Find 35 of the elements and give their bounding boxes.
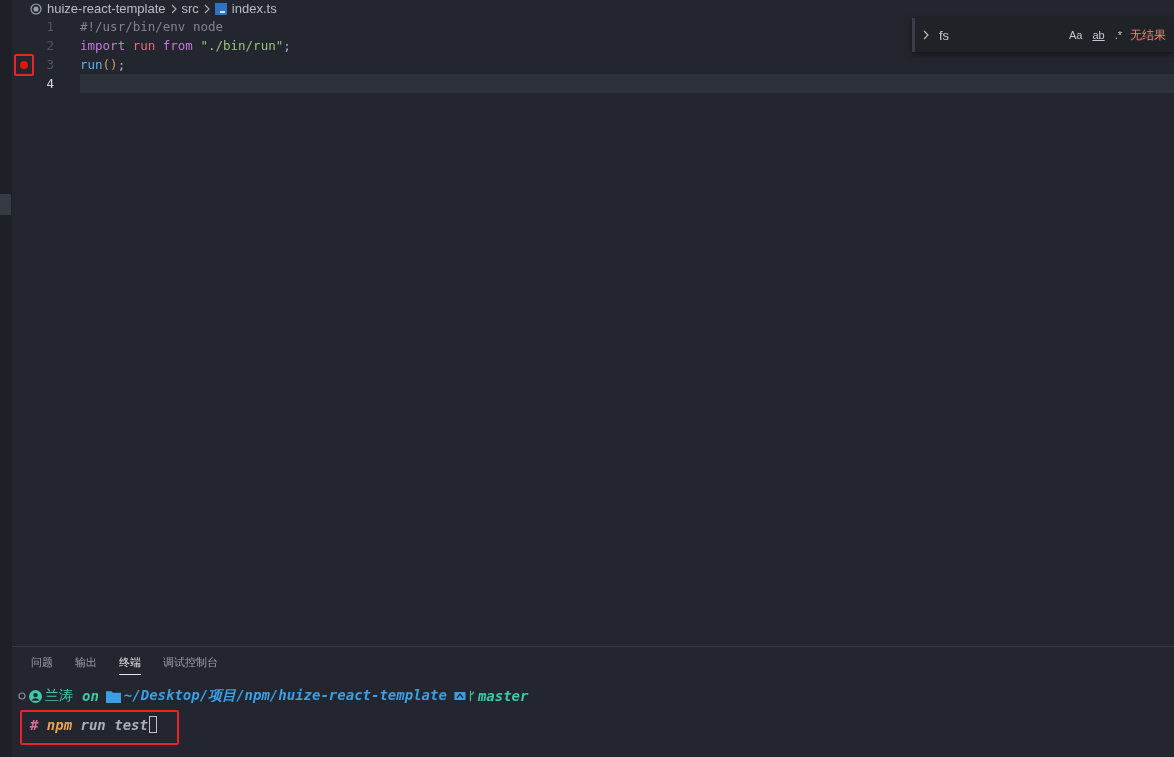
prompt-text: 兰涛	[45, 687, 73, 705]
find-option-toggle[interactable]: ab	[1090, 28, 1107, 42]
user-icon	[29, 689, 42, 703]
chevron-icon[interactable]	[923, 30, 929, 40]
breakpoint-icon[interactable]	[20, 60, 28, 69]
chevron-icon	[203, 3, 210, 14]
prompt-text: master	[477, 688, 529, 704]
line-number: 4	[45, 76, 54, 91]
folder-icon	[105, 689, 121, 703]
branch-icon	[468, 688, 475, 704]
find-field[interactable]: fs Aa ab .* 无结果	[912, 18, 1174, 52]
circle-icon	[18, 692, 26, 700]
code-line: import run from "./bin/run";	[80, 38, 291, 53]
breadcrumb-item[interactable]: index.ts	[231, 1, 277, 16]
panel-tab[interactable]: 输出	[75, 649, 97, 675]
find-option-toggle[interactable]: .*	[1112, 28, 1124, 42]
breadcrumb-item[interactable]: huize-react-template	[47, 1, 166, 16]
git-icon	[453, 690, 466, 702]
panel-tab[interactable]: 调试控制台	[163, 649, 218, 675]
target-icon	[30, 2, 42, 15]
scroll-marker	[0, 194, 11, 215]
code-line: #!/usr/bin/env node	[80, 19, 223, 34]
find-input[interactable]: fs	[935, 25, 1061, 45]
typescript-file-icon	[214, 2, 227, 15]
text-cursor	[148, 716, 157, 733]
find-result-text: 无结果	[1130, 26, 1166, 44]
prompt-text: on	[82, 688, 99, 704]
breadcrumb-item[interactable]: src	[181, 1, 199, 16]
chevron-icon	[170, 3, 177, 14]
code-line: run();	[80, 57, 126, 72]
find-option-toggle[interactable]: Aa	[1066, 28, 1085, 42]
panel-tab[interactable]: 问题	[31, 649, 53, 675]
terminal-command: # npm run test	[30, 716, 148, 733]
prompt-text: ~/Desktop/项目/npm/huize-react-template	[123, 687, 447, 705]
panel-tab[interactable]: 终端	[119, 649, 141, 675]
